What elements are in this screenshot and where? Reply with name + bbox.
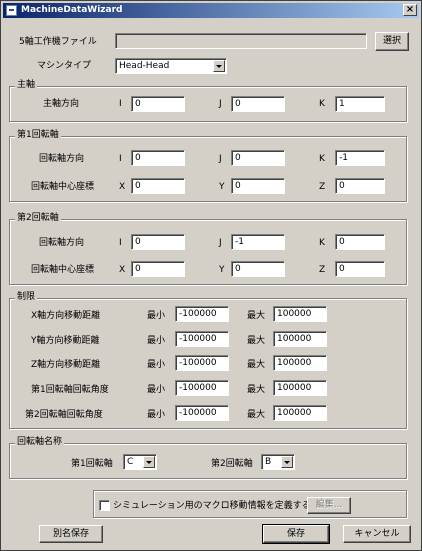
rot2-y-label: Y <box>219 265 225 275</box>
rot2-x-input[interactable]: 0 <box>131 261 185 277</box>
file-path-field[interactable] <box>115 33 367 49</box>
rot1-i-label: I <box>119 154 122 164</box>
limit-row-label: 第2回転軸回転角度 <box>25 410 103 420</box>
rot2-i-input[interactable]: 0 <box>131 234 185 250</box>
rot2-k-label: K <box>319 238 325 248</box>
chevron-down-icon[interactable] <box>213 60 225 72</box>
min-label: 最小 <box>147 311 166 321</box>
rot2-z-label: Z <box>319 265 326 275</box>
spindle-i-label: I <box>119 99 122 109</box>
window-title: MachineDataWizard <box>21 5 123 15</box>
app-icon <box>6 5 17 16</box>
limit-max-input[interactable]: 100000 <box>273 380 327 396</box>
rot2-j-label: J <box>219 238 222 248</box>
rot1-direction-label: 回転軸方向 <box>39 154 85 164</box>
spindle-k-label: K <box>319 99 325 109</box>
file-label: 5軸工作機ファイル <box>19 37 97 47</box>
save-button[interactable]: 保存 <box>262 524 330 544</box>
max-label: 最大 <box>247 385 266 395</box>
rot1-z-input[interactable]: 0 <box>335 178 385 194</box>
machine-type-label: マシンタイプ <box>37 61 92 71</box>
limit-row-label: 第1回転軸回転角度 <box>31 385 109 395</box>
rot2-center-label: 回転軸中心座標 <box>31 265 95 275</box>
max-label: 最大 <box>247 410 266 420</box>
rot1-x-input[interactable]: 0 <box>131 178 185 194</box>
axis1-name-select[interactable]: C <box>123 454 157 470</box>
max-label: 最大 <box>247 360 266 370</box>
limit-min-input[interactable]: -100000 <box>175 380 229 396</box>
title-bar[interactable]: MachineDataWizard × <box>3 3 419 18</box>
min-label: 最小 <box>147 360 166 370</box>
limit-row-label: Y軸方向移動距離 <box>31 336 100 346</box>
rot1-j-label: J <box>219 154 222 164</box>
limit-max-input[interactable]: 100000 <box>273 331 327 347</box>
select-file-button[interactable]: 選択 <box>375 32 409 51</box>
save-as-button[interactable]: 別名保存 <box>39 525 103 543</box>
rotary-axis-2-title: 第2回転軸 <box>15 213 61 224</box>
limit-max-input[interactable]: 100000 <box>273 306 327 322</box>
limit-min-input[interactable]: -100000 <box>175 405 229 421</box>
rot1-center-label: 回転軸中心座標 <box>31 182 95 192</box>
max-label: 最大 <box>247 336 266 346</box>
axis2-name-value: B <box>265 457 272 467</box>
limit-row-label: X軸方向移動距離 <box>31 311 101 321</box>
rot1-k-input[interactable]: -1 <box>335 150 385 166</box>
rot1-i-input[interactable]: 0 <box>131 150 185 166</box>
simulation-checkbox-label: シミュレーション用のマクロ移動情報を定義する <box>113 501 311 511</box>
simulation-checkbox[interactable] <box>99 500 110 511</box>
chevron-down-icon[interactable] <box>281 456 293 468</box>
machine-type-value: Head-Head <box>119 61 170 71</box>
spindle-j-input[interactable]: 0 <box>231 96 285 112</box>
rot1-y-input[interactable]: 0 <box>231 178 285 194</box>
limit-max-input[interactable]: 100000 <box>273 355 327 371</box>
axis1-name-value: C <box>127 457 134 467</box>
rot2-j-input[interactable]: -1 <box>231 234 285 250</box>
max-label: 最大 <box>247 311 266 321</box>
machine-type-select[interactable]: Head-Head <box>115 58 227 74</box>
axis2-name-select[interactable]: B <box>261 454 295 470</box>
rotary-axis-1-title: 第1回転軸 <box>15 130 61 141</box>
axis2-name-label: 第2回転軸 <box>211 459 253 469</box>
rot2-y-input[interactable]: 0 <box>231 261 285 277</box>
rot1-j-input[interactable]: 0 <box>231 150 285 166</box>
rot1-z-label: Z <box>319 182 326 192</box>
rot2-direction-label: 回転軸方向 <box>39 238 85 248</box>
axis-names-group-title: 回転軸名称 <box>15 437 65 448</box>
limit-min-input[interactable]: -100000 <box>175 306 229 322</box>
limits-group-title: 制限 <box>15 292 38 303</box>
spindle-group-title: 主軸 <box>15 80 38 91</box>
limit-min-input[interactable]: -100000 <box>175 331 229 347</box>
axis-names-group <box>9 443 407 479</box>
spindle-direction-label: 主軸方向 <box>43 99 80 109</box>
limit-max-input[interactable]: 100000 <box>273 405 327 421</box>
rot2-x-label: X <box>119 265 126 275</box>
rot2-i-label: I <box>119 238 122 248</box>
edit-macro-button[interactable]: 編集... <box>307 497 351 514</box>
min-label: 最小 <box>147 410 166 420</box>
spindle-i-input[interactable]: 0 <box>131 96 185 112</box>
rot2-k-input[interactable]: 0 <box>335 234 385 250</box>
limit-row-label: Z軸方向移動距離 <box>31 360 101 370</box>
min-label: 最小 <box>147 385 166 395</box>
chevron-down-icon[interactable] <box>143 456 155 468</box>
rot1-x-label: X <box>119 182 126 192</box>
min-label: 最小 <box>147 336 166 346</box>
close-button[interactable]: × <box>403 4 417 16</box>
spindle-j-label: J <box>219 99 222 109</box>
rot1-y-label: Y <box>219 182 225 192</box>
spindle-k-input[interactable]: 1 <box>335 96 385 112</box>
machine-data-wizard-window: MachineDataWizard × 5軸工作機ファイル 選択 マシンタイプ … <box>0 0 422 551</box>
axis1-name-label: 第1回転軸 <box>71 459 113 469</box>
cancel-button[interactable]: キャンセル <box>343 525 411 543</box>
limit-min-input[interactable]: -100000 <box>175 355 229 371</box>
rot1-k-label: K <box>319 154 325 164</box>
rot2-z-input[interactable]: 0 <box>335 261 385 277</box>
